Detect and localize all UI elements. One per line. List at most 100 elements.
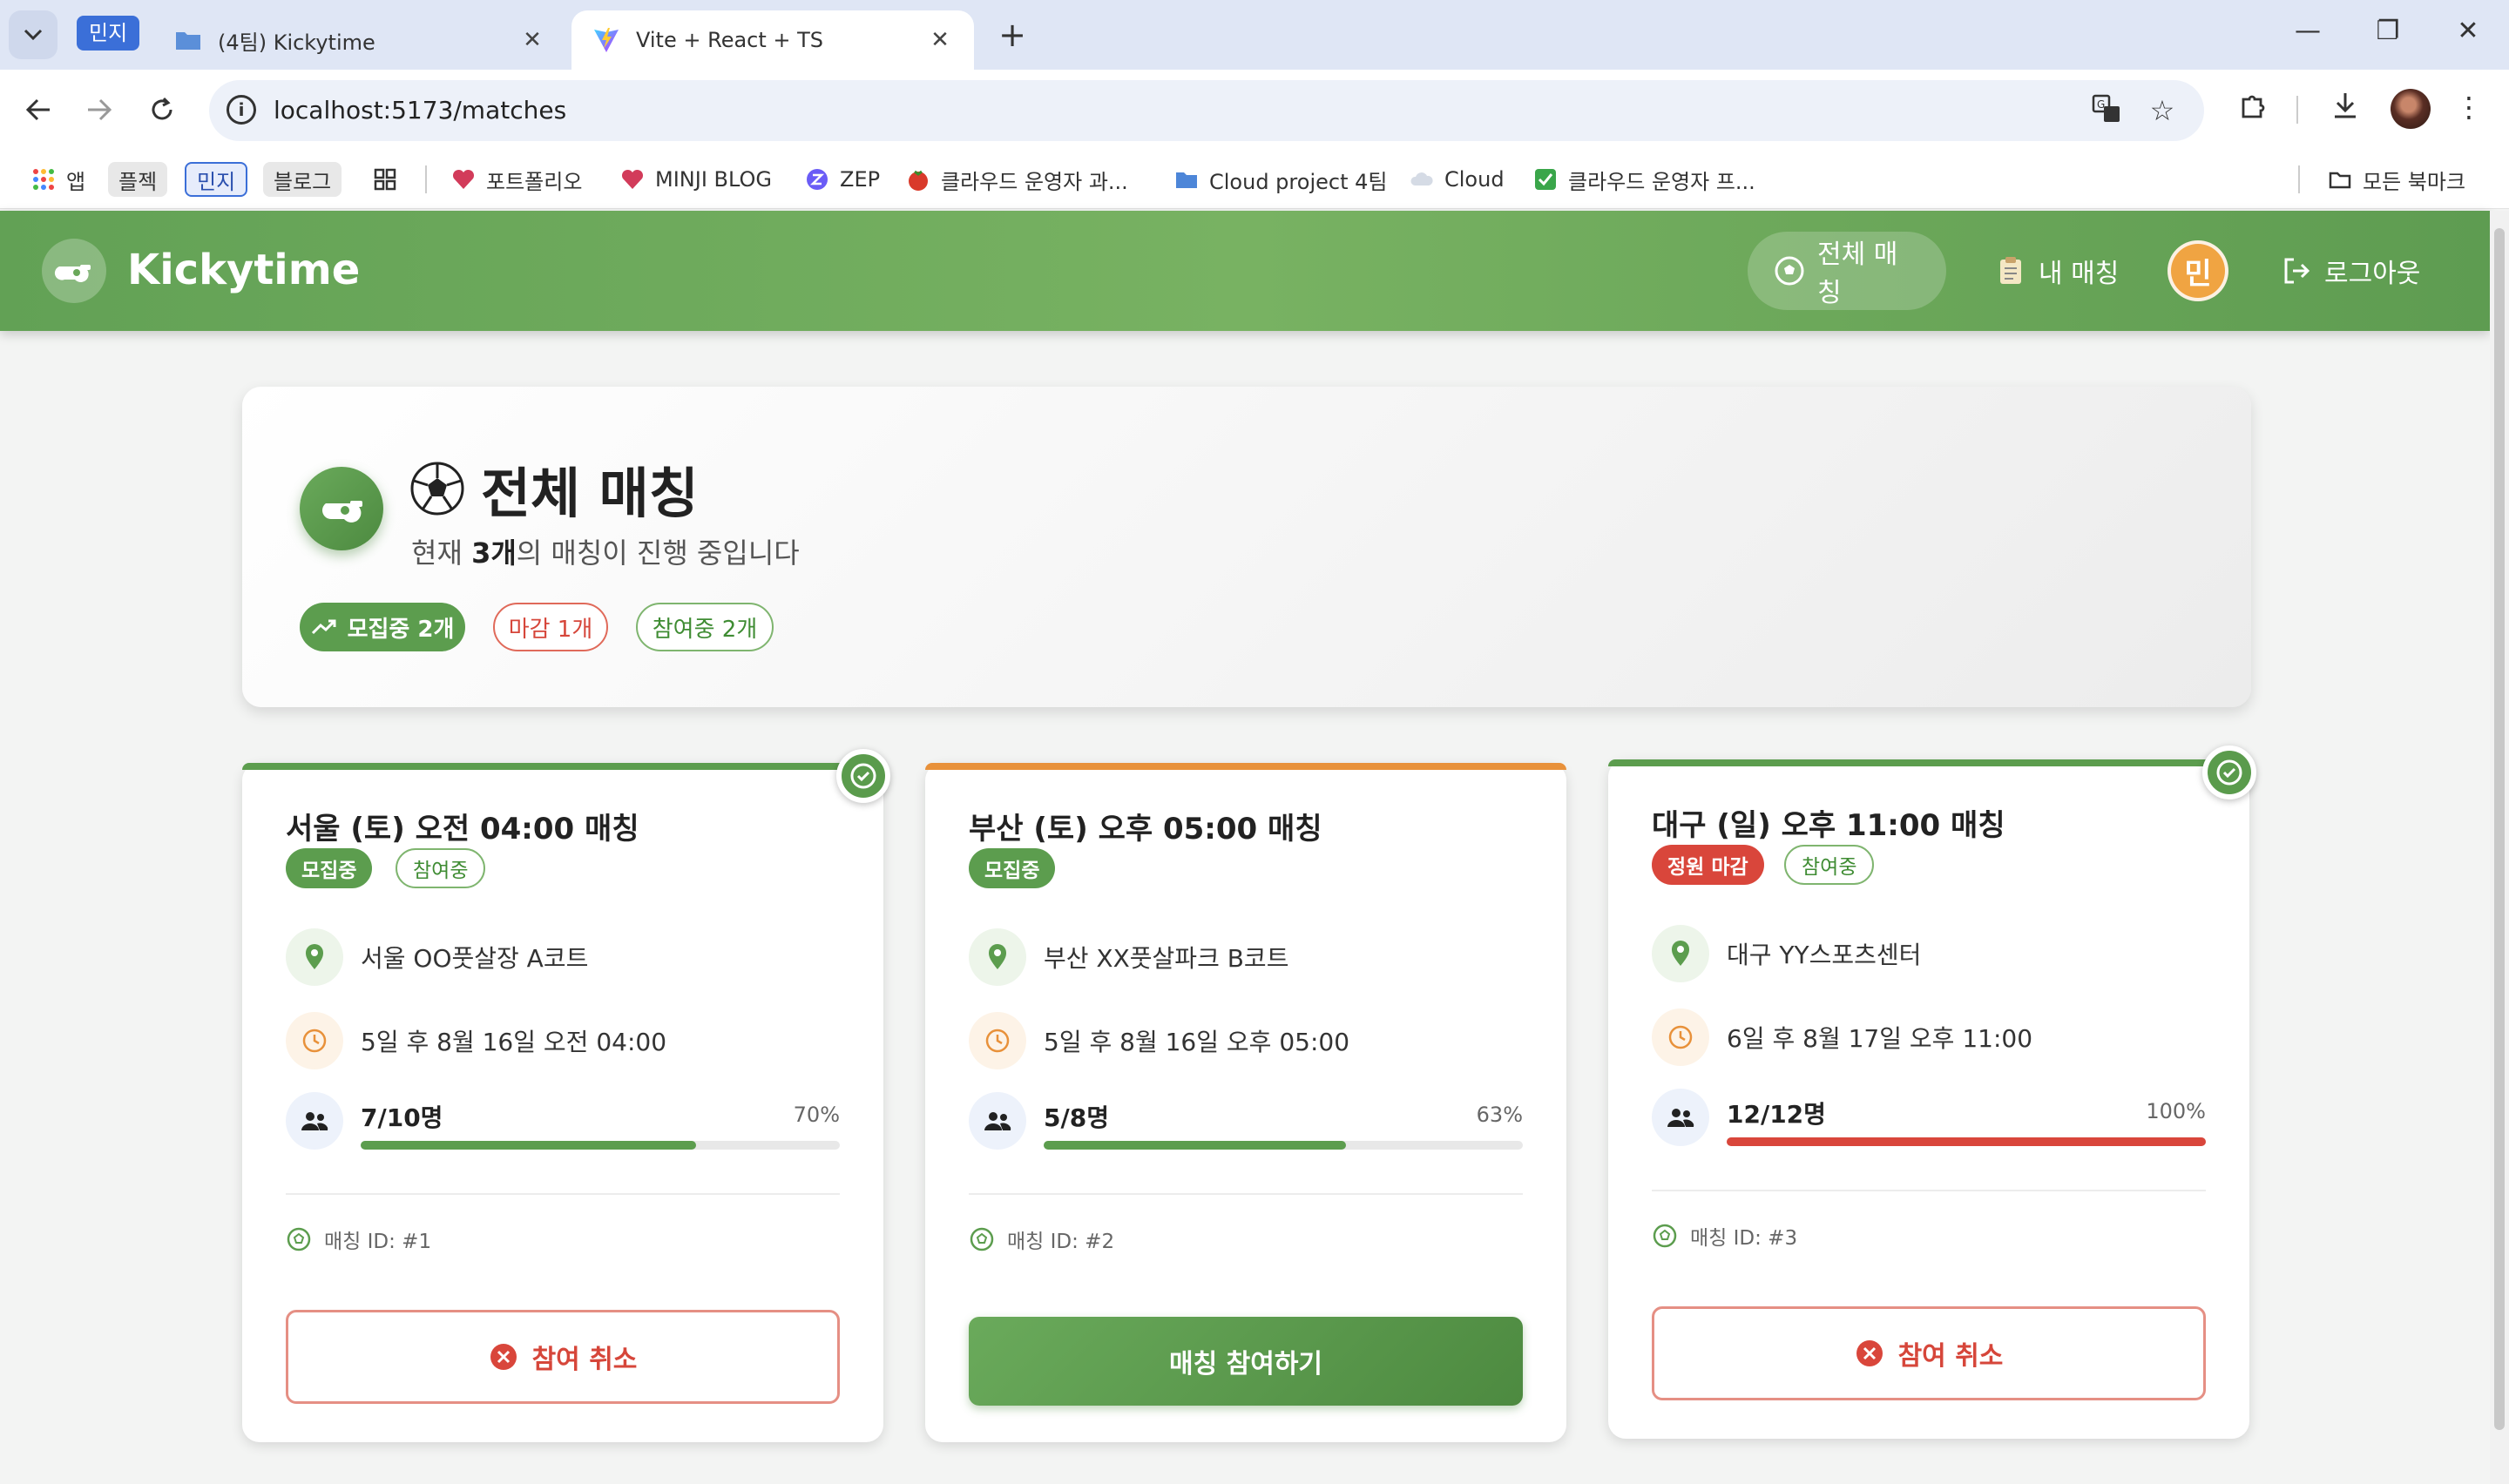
bookmark-apps[interactable]: 앱 [31,162,85,197]
nav-logout[interactable]: 로그아웃 [2255,232,2446,310]
match-card: 부산 (토) 오후 05:00 매칭 모집중 부산 XX풋살파크 B코트 5일 … [925,763,1566,1442]
location-pin-icon [1652,925,1709,982]
page-scrollbar[interactable] [2490,211,2509,1484]
capacity-progress-bar [361,1141,840,1150]
app-header: Kickytime 전체 매칭 내 매칭 민 로그아웃 [0,211,2490,331]
translate-icon[interactable]: G [2089,94,2124,131]
joined-check-icon [2202,745,2256,799]
status-badge: 모집중 [969,848,1056,888]
location-row: 부산 XX풋살파크 B코트 [969,928,1288,986]
match-title: 부산 (토) 오후 05:00 매칭 [969,812,1322,847]
address-bar[interactable]: i localhost:5173/matches G ☆ [209,80,2204,141]
scrollbar-thumb[interactable] [2494,228,2505,1430]
summary-panel: 전체 매칭 현재 3개의 매칭이 진행 중입니다 모집중 2개 마감 1개 참여… [242,387,2251,707]
joined-badge: 참여중 [396,848,486,888]
bookmark-cloud-ops[interactable]: 클라우드 운영자 프... [1533,162,1755,197]
browser-tab-strip: 민지 (4팀) Kickytime ✕ Vite + React + TS ✕ … [0,0,2509,70]
tab-vite[interactable]: Vite + React + TS ✕ [571,10,974,70]
url-text[interactable]: localhost:5173/matches [274,96,566,125]
clock-icon [286,1012,343,1069]
soccer-ball-icon [1653,1224,1677,1248]
bookmark-minji-blog[interactable]: MINJI BLOG [620,162,772,197]
logout-icon [2284,258,2310,284]
cancel-participation-button[interactable]: 참여 취소 [286,1310,840,1404]
clock-icon [969,1012,1026,1069]
clock-icon [1652,1008,1709,1066]
svg-text:G: G [2097,98,2105,111]
status-badge: 모집중 [286,848,373,888]
bookmark-tab-groups[interactable] [373,162,408,197]
bookmark-folder-chip[interactable]: 블로그 [263,162,342,197]
tab-kickytime[interactable]: (4팀) Kickytime ✕ [153,10,566,70]
close-tab-icon[interactable]: ✕ [927,27,953,53]
soccer-ball-icon [287,1227,311,1251]
capacity-progress-bar [1044,1141,1523,1150]
toolbar-divider [2296,96,2298,124]
new-tab-button[interactable]: + [993,16,1031,54]
folder-icon [1176,172,1197,188]
soccer-ball-icon [1775,256,1804,286]
tab-search-button[interactable] [9,10,57,59]
user-avatar[interactable]: 민 [2167,240,2228,301]
match-title: 서울 (토) 오전 04:00 매칭 [286,812,639,847]
bookmark-divider [425,165,427,193]
bookmark-portfolio[interactable]: 포트폴리오 [451,162,582,197]
tomato-icon [909,170,928,191]
browser-toolbar: i localhost:5173/matches G ☆ ⋮ [0,70,2509,150]
trending-up-icon [311,619,336,635]
forward-button[interactable] [77,87,122,132]
capacity-progress-fill [1727,1137,2206,1146]
bookmark-star-icon[interactable]: ☆ [2145,94,2180,127]
datetime-row: 5일 후 8월 16일 오전 04:00 [286,1012,666,1069]
bookmark-cloud[interactable]: Cloud [1410,162,1505,197]
card-accent-bar [925,763,1566,770]
back-button[interactable] [16,87,61,132]
heart-icon [621,169,644,189]
datetime-row: 5일 후 8월 16일 오후 05:00 [969,1012,1349,1069]
location-pin-icon [969,928,1026,986]
menu-kebab-icon[interactable]: ⋮ [2450,91,2488,124]
profile-avatar[interactable] [2391,89,2431,129]
bookmarks-bar: 앱 플젝 민지 블로그 포트폴리오 MINJI BLOG ZEP 클라우드 운영… [0,150,2509,209]
minimize-icon[interactable]: — [2286,16,2330,46]
site-info-icon[interactable]: i [227,95,256,125]
people-icon [1652,1089,1709,1146]
nav-all-matches[interactable]: 전체 매칭 [1748,232,1946,310]
bookmark-cloud-project[interactable]: Cloud project 4팀 [1174,162,1387,197]
location-row: 대구 YY스포츠센터 [1652,925,1921,982]
closed-count-chip: 마감 1개 [493,603,608,651]
restore-icon[interactable]: ❐ [2366,16,2410,46]
card-accent-bar [242,763,883,770]
arrow-left-icon [25,98,50,121]
app-logo-text[interactable]: Kickytime [127,246,360,294]
bookmark-folder-chip[interactable]: 민지 [185,162,248,197]
folder-icon [176,32,200,50]
card-divider [969,1193,1523,1195]
capacity-percent: 70% [793,1103,840,1127]
datetime-row: 6일 후 8월 17일 오후 11:00 [1652,1008,2032,1066]
bookmark-cloud-course[interactable]: 클라우드 운영자 과... [906,162,1128,197]
nav-my-matches[interactable]: 내 매칭 [1969,232,2145,310]
capacity-count: 12/12명 [1727,1100,1826,1129]
match-id-row: 매칭 ID: #1 [286,1224,431,1254]
bookmark-zep[interactable]: ZEP [805,162,880,197]
tab-group-chip[interactable]: 민지 [77,16,140,51]
join-match-button[interactable]: 매칭 참여하기 [969,1317,1523,1406]
location-row: 서울 OO풋살장 A코트 [286,928,588,986]
bookmark-folder-chip[interactable]: 플젝 [108,162,168,197]
capacity-progress-fill [361,1141,696,1150]
reload-button[interactable] [139,87,185,132]
close-window-icon[interactable]: ✕ [2446,16,2490,46]
joined-badge: 참여중 [1784,845,1875,885]
whistle-logo-icon[interactable] [42,239,106,303]
tab-title: Vite + React + TS [636,28,824,52]
all-bookmarks[interactable]: 모든 북마크 [2328,162,2465,197]
close-circle-icon [490,1344,517,1370]
location-pin-icon [286,928,343,986]
extensions-icon[interactable] [2234,91,2272,127]
close-tab-icon[interactable]: ✕ [519,27,545,53]
download-icon[interactable] [2326,91,2364,127]
checkbox-icon [1535,169,1556,190]
cancel-participation-button[interactable]: 참여 취소 [1652,1306,2206,1400]
card-divider [286,1193,840,1195]
